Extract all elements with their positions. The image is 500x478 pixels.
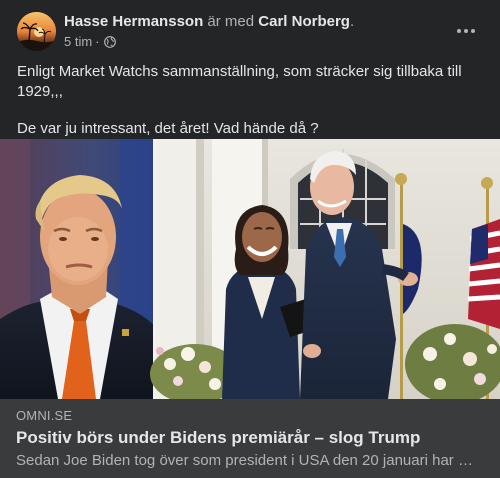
post-meta: 5 tim ·: [64, 34, 116, 49]
link-domain: OMNI.SE: [16, 408, 73, 423]
meta-separator: ·: [95, 34, 100, 49]
more-horizontal-icon: [457, 29, 461, 33]
link-preview-card[interactable]: OMNI.SE Positiv börs under Bidens premiä…: [0, 399, 500, 478]
tagged-suffix: .: [349, 13, 355, 30]
author-line: Hasse Hermansson är med Carl Norberg.: [64, 13, 354, 31]
post-text-paragraph: Enligt Market Watchs sammanställning, so…: [17, 63, 462, 100]
author-name[interactable]: Hasse Hermansson: [64, 13, 203, 30]
post-body: Enligt Market Watchs sammanställning, so…: [17, 62, 487, 139]
more-dot: [464, 29, 468, 33]
link-title[interactable]: Positiv börs under Bidens premiärår – sl…: [16, 428, 420, 448]
post-text-paragraph: De var ju intressant, det året! Vad händ…: [17, 120, 319, 137]
post-timestamp[interactable]: 5 tim: [64, 34, 92, 49]
sunset-palm-avatar-image: [17, 12, 56, 51]
more-options-button[interactable]: [448, 16, 484, 46]
tagged-person-name[interactable]: Carl Norberg: [258, 13, 350, 30]
globe-icon[interactable]: [103, 35, 116, 48]
more-dot: [471, 29, 475, 33]
news-photo-collage: [0, 139, 500, 399]
link-description: Sedan Joe Biden tog över som president i…: [16, 452, 473, 469]
author-avatar[interactable]: [17, 12, 56, 51]
post-header: Hasse Hermansson är med Carl Norberg. 5 …: [0, 0, 500, 56]
with-text: är med: [207, 13, 255, 30]
link-preview-image[interactable]: [0, 139, 500, 399]
facebook-post: Hasse Hermansson är med Carl Norberg. 5 …: [0, 0, 500, 478]
